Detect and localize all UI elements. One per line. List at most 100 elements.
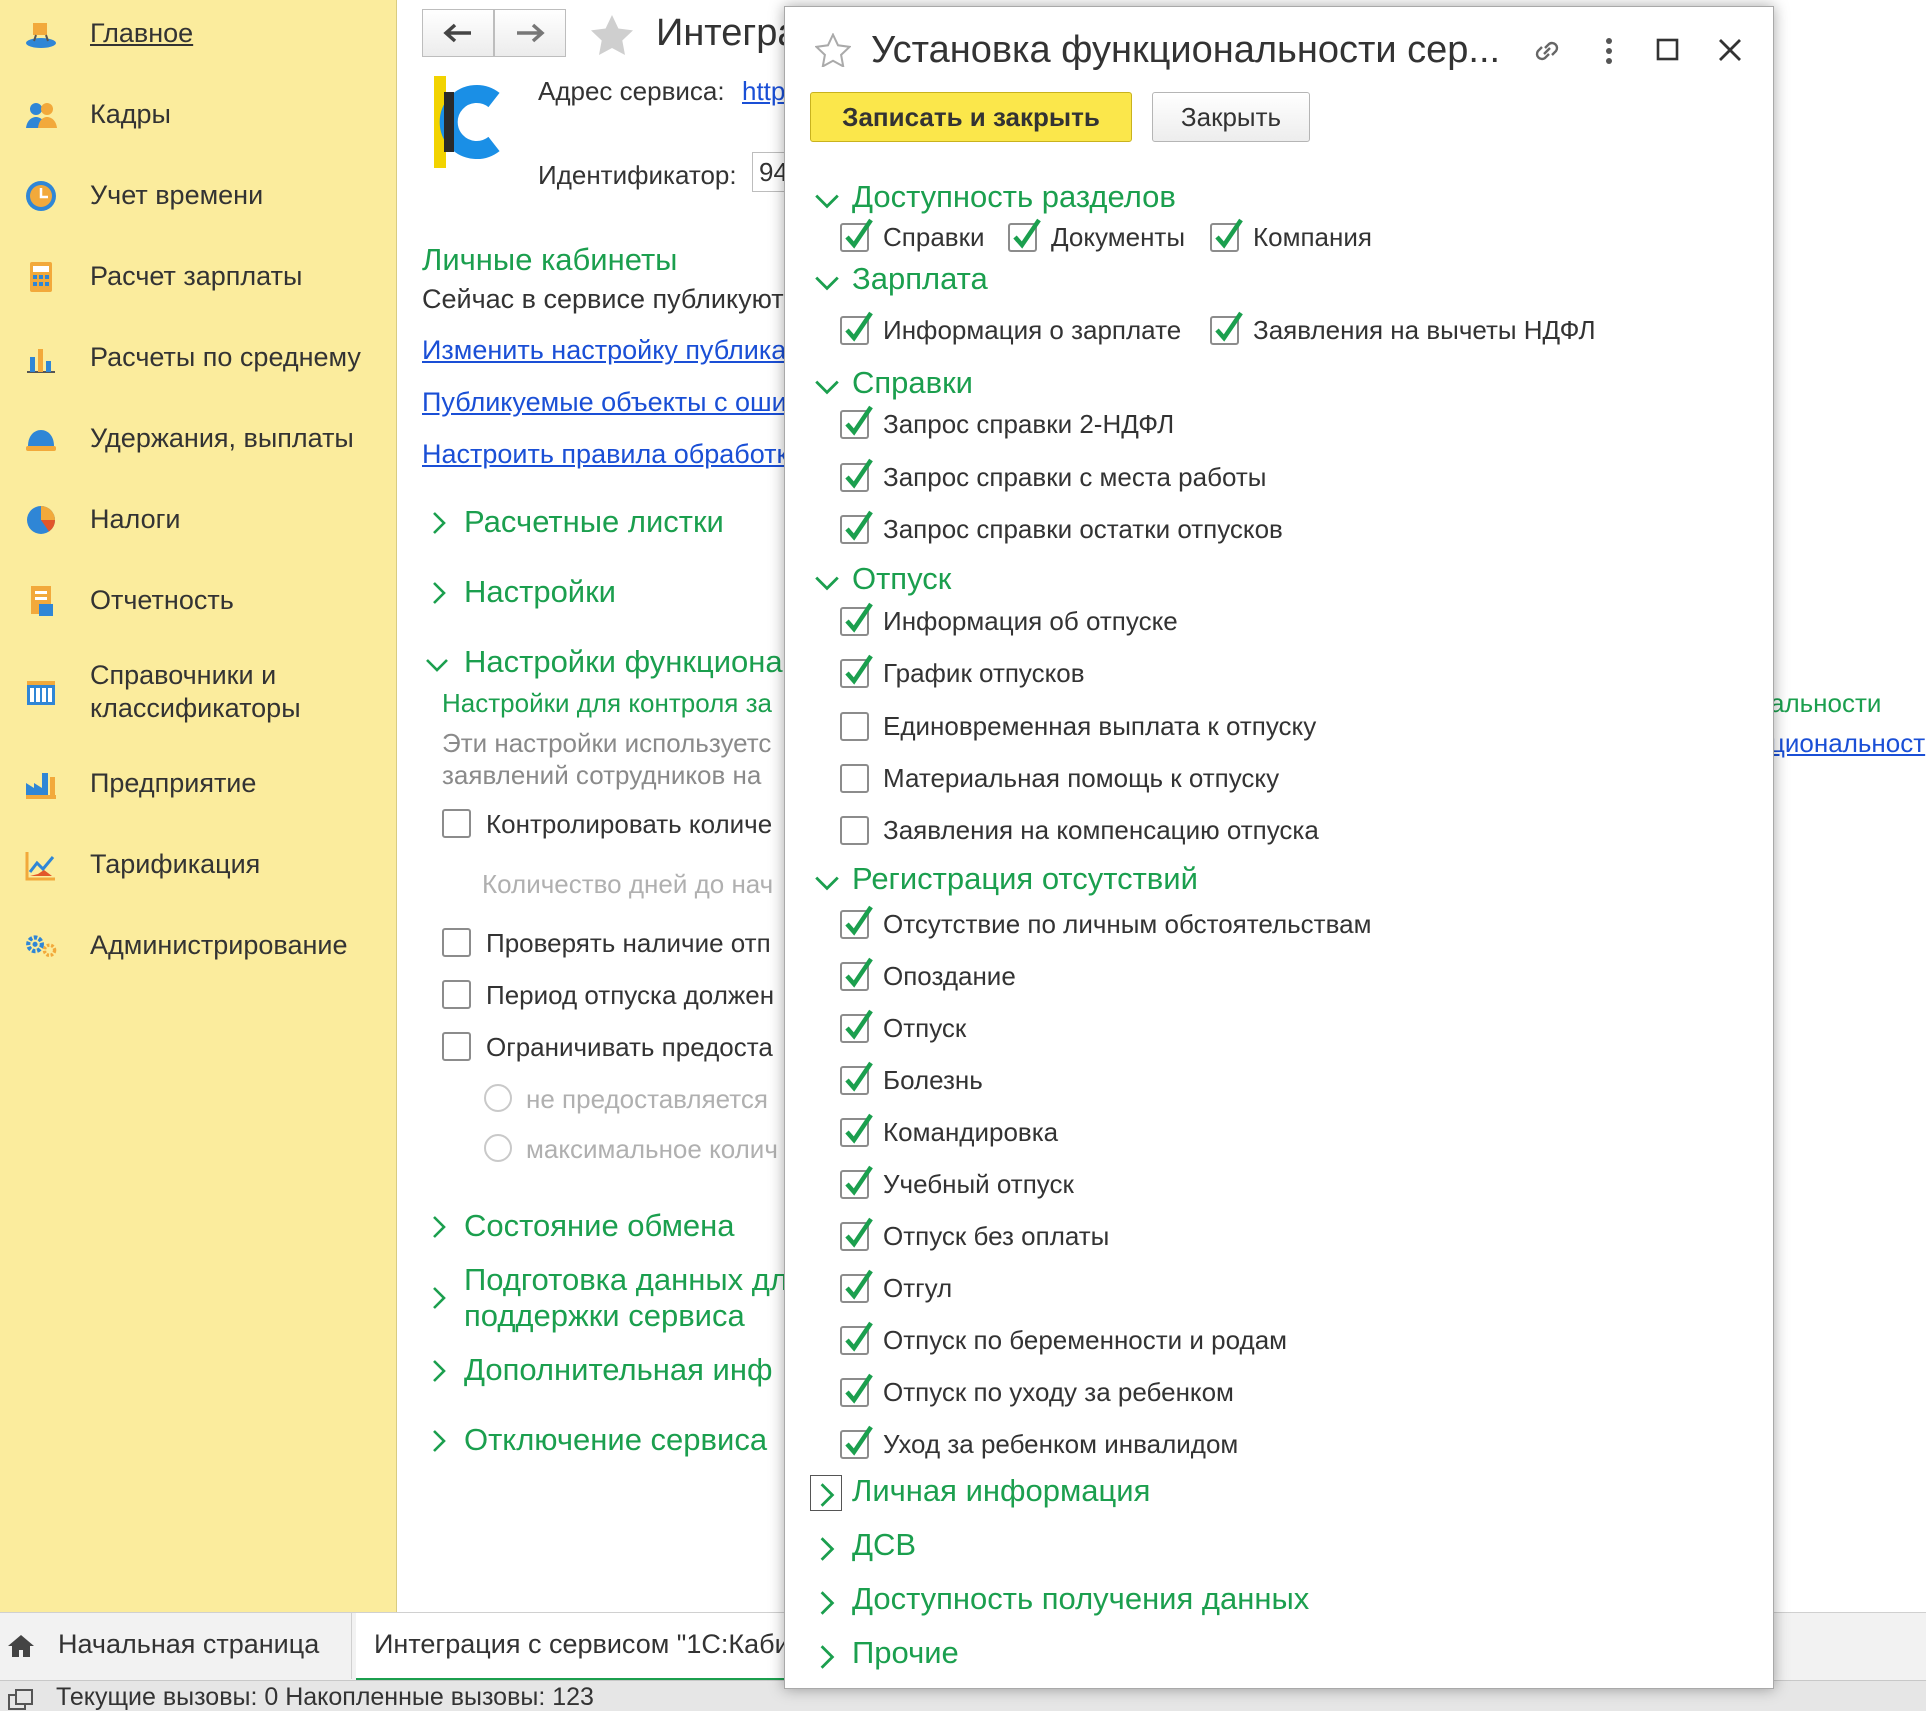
tab-integration[interactable]: Интеграция с сервисом "1С:Каби: [356, 1613, 790, 1681]
chevron-right-icon[interactable]: [426, 1358, 452, 1384]
functionality-link[interactable]: циональност: [1770, 728, 1925, 759]
sidebar-item[interactable]: Расчеты по среднему: [0, 338, 397, 378]
feature-checkbox[interactable]: [840, 1009, 873, 1043]
section-exchange[interactable]: Состояние обмена: [464, 1208, 735, 1244]
sidebar-item[interactable]: Удержания, выплаты: [0, 419, 397, 459]
sidebar-item[interactable]: Главное: [0, 14, 397, 54]
chevron-right-icon[interactable]: [813, 1535, 841, 1563]
sidebar-item[interactable]: Предприятие: [0, 764, 397, 804]
feature-checkbox[interactable]: [1210, 311, 1243, 345]
feature-checkbox[interactable]: [840, 1061, 873, 1095]
dialog-section-title[interactable]: Прочие: [852, 1635, 959, 1671]
chevron-down-icon[interactable]: [813, 269, 841, 297]
feature-checkbox[interactable]: [840, 1165, 873, 1199]
feature-checkbox[interactable]: [840, 764, 869, 793]
section-disable[interactable]: Отключение сервиса: [464, 1422, 767, 1458]
period-checkbox[interactable]: [442, 980, 471, 1009]
save-close-button[interactable]: Записать и закрыть: [810, 92, 1132, 142]
settings-used-text-1: Эти настройки используетс: [442, 728, 772, 758]
chevron-right-icon[interactable]: [426, 580, 452, 606]
published-objects-errors-link[interactable]: Публикуемые объекты с оши: [422, 387, 787, 418]
sidebar-item[interactable]: Налоги: [0, 500, 397, 540]
sidebar-item[interactable]: Справочники и классификаторы: [0, 656, 397, 732]
chevron-right-icon[interactable]: [426, 1285, 452, 1311]
sidebar-item[interactable]: Учет времени: [0, 176, 397, 216]
feature-checkbox[interactable]: [840, 1373, 873, 1407]
chevron-down-icon[interactable]: [813, 187, 841, 215]
limit-label: Ограничивать предоста: [486, 1032, 773, 1062]
check-presence-checkbox[interactable]: [442, 928, 471, 957]
feature-checkbox[interactable]: [840, 405, 873, 439]
forward-button[interactable]: [494, 9, 566, 57]
dialog-section-title[interactable]: Доступность получения данных: [852, 1581, 1309, 1617]
form-title: Интегра: [656, 12, 799, 54]
chevron-down-icon[interactable]: [813, 373, 841, 401]
section-payslips[interactable]: Расчетные листки: [464, 504, 724, 540]
close-button[interactable]: Закрыть: [1152, 92, 1310, 142]
sidebar-item[interactable]: Кадры: [0, 95, 397, 135]
feature-checkbox[interactable]: [840, 218, 873, 252]
chevron-right-icon[interactable]: [426, 1214, 452, 1240]
chevron-down-icon[interactable]: [424, 652, 450, 678]
feature-checkbox[interactable]: [840, 1425, 873, 1459]
chevron-right-icon[interactable]: [813, 1481, 841, 1509]
feature-checkbox-label: График отпусков: [883, 658, 1085, 688]
feature-checkbox-label: Отпуск без оплаты: [883, 1221, 1110, 1251]
chevron-right-icon[interactable]: [426, 1428, 452, 1454]
section-settings[interactable]: Настройки: [464, 574, 616, 610]
sidebar-item[interactable]: Тарификация: [0, 845, 397, 885]
chevron-right-icon[interactable]: [426, 510, 452, 536]
feature-checkbox[interactable]: [840, 712, 869, 741]
dialog-section-title[interactable]: ДСВ: [852, 1527, 916, 1563]
close-icon[interactable]: [1715, 35, 1745, 65]
dialog-section-title[interactable]: Зарплата: [852, 261, 988, 297]
windows-icon[interactable]: [8, 1689, 34, 1711]
sidebar-item[interactable]: Отчетность: [0, 581, 397, 621]
feature-checkbox[interactable]: [840, 654, 873, 688]
feature-checkbox[interactable]: [840, 905, 873, 939]
limit-checkbox[interactable]: [442, 1032, 471, 1061]
service-address-link[interactable]: http: [742, 76, 785, 107]
dialog-section-title[interactable]: Отпуск: [852, 561, 951, 597]
tab-home[interactable]: Начальная страница: [0, 1613, 352, 1679]
dialog-section-title[interactable]: Доступность разделов: [852, 179, 1176, 215]
feature-checkbox[interactable]: [840, 957, 873, 991]
feature-checkbox[interactable]: [840, 458, 873, 492]
change-publish-settings-link[interactable]: Изменить настройку публика: [422, 335, 786, 366]
chevron-down-icon[interactable]: [813, 569, 841, 597]
not-provided-radio[interactable]: [484, 1084, 512, 1112]
dialog-section-title[interactable]: Справки: [852, 365, 973, 401]
section-additional[interactable]: Дополнительная инф: [464, 1352, 772, 1388]
control-count-checkbox[interactable]: [442, 809, 471, 838]
section-prepare-line1[interactable]: Подготовка данных дл: [464, 1262, 788, 1298]
sidebar-item[interactable]: Администрирование: [0, 926, 397, 966]
chevron-down-icon[interactable]: [813, 869, 841, 897]
chevron-right-icon[interactable]: [813, 1643, 841, 1671]
feature-checkbox[interactable]: [840, 1217, 873, 1251]
more-options-icon[interactable]: [1599, 35, 1619, 67]
sidebar-item[interactable]: Расчет зарплаты: [0, 257, 397, 297]
max-count-radio[interactable]: [484, 1134, 512, 1162]
feature-checkbox[interactable]: [840, 311, 873, 345]
feature-checkbox[interactable]: [840, 602, 873, 636]
feature-checkbox[interactable]: [1008, 218, 1041, 252]
control-count-label: Контролировать количе: [486, 809, 773, 839]
maximize-icon[interactable]: [1655, 37, 1681, 63]
favorite-star-icon[interactable]: [590, 14, 634, 56]
section-prepare-line2[interactable]: поддержки сервиса: [464, 1298, 745, 1334]
dialog-section-title[interactable]: Личная информация: [852, 1473, 1150, 1509]
feature-checkbox[interactable]: [840, 1113, 873, 1147]
back-button[interactable]: [422, 9, 494, 57]
feature-checkbox[interactable]: [840, 816, 869, 845]
feature-checkbox[interactable]: [840, 1269, 873, 1303]
feature-checkbox[interactable]: [840, 1321, 873, 1355]
link-icon[interactable]: [1529, 33, 1565, 69]
feature-checkbox[interactable]: [1210, 218, 1243, 252]
configure-processing-rules-link[interactable]: Настроить правила обработк: [422, 439, 788, 470]
chevron-right-icon[interactable]: [813, 1589, 841, 1617]
max-count-label: максимальное колич: [526, 1134, 778, 1164]
dialog-section-title[interactable]: Регистрация отсутствий: [852, 861, 1198, 897]
section-func-settings[interactable]: Настройки функциона: [464, 644, 783, 680]
feature-checkbox[interactable]: [840, 510, 873, 544]
favorite-star-icon[interactable]: [815, 33, 851, 67]
